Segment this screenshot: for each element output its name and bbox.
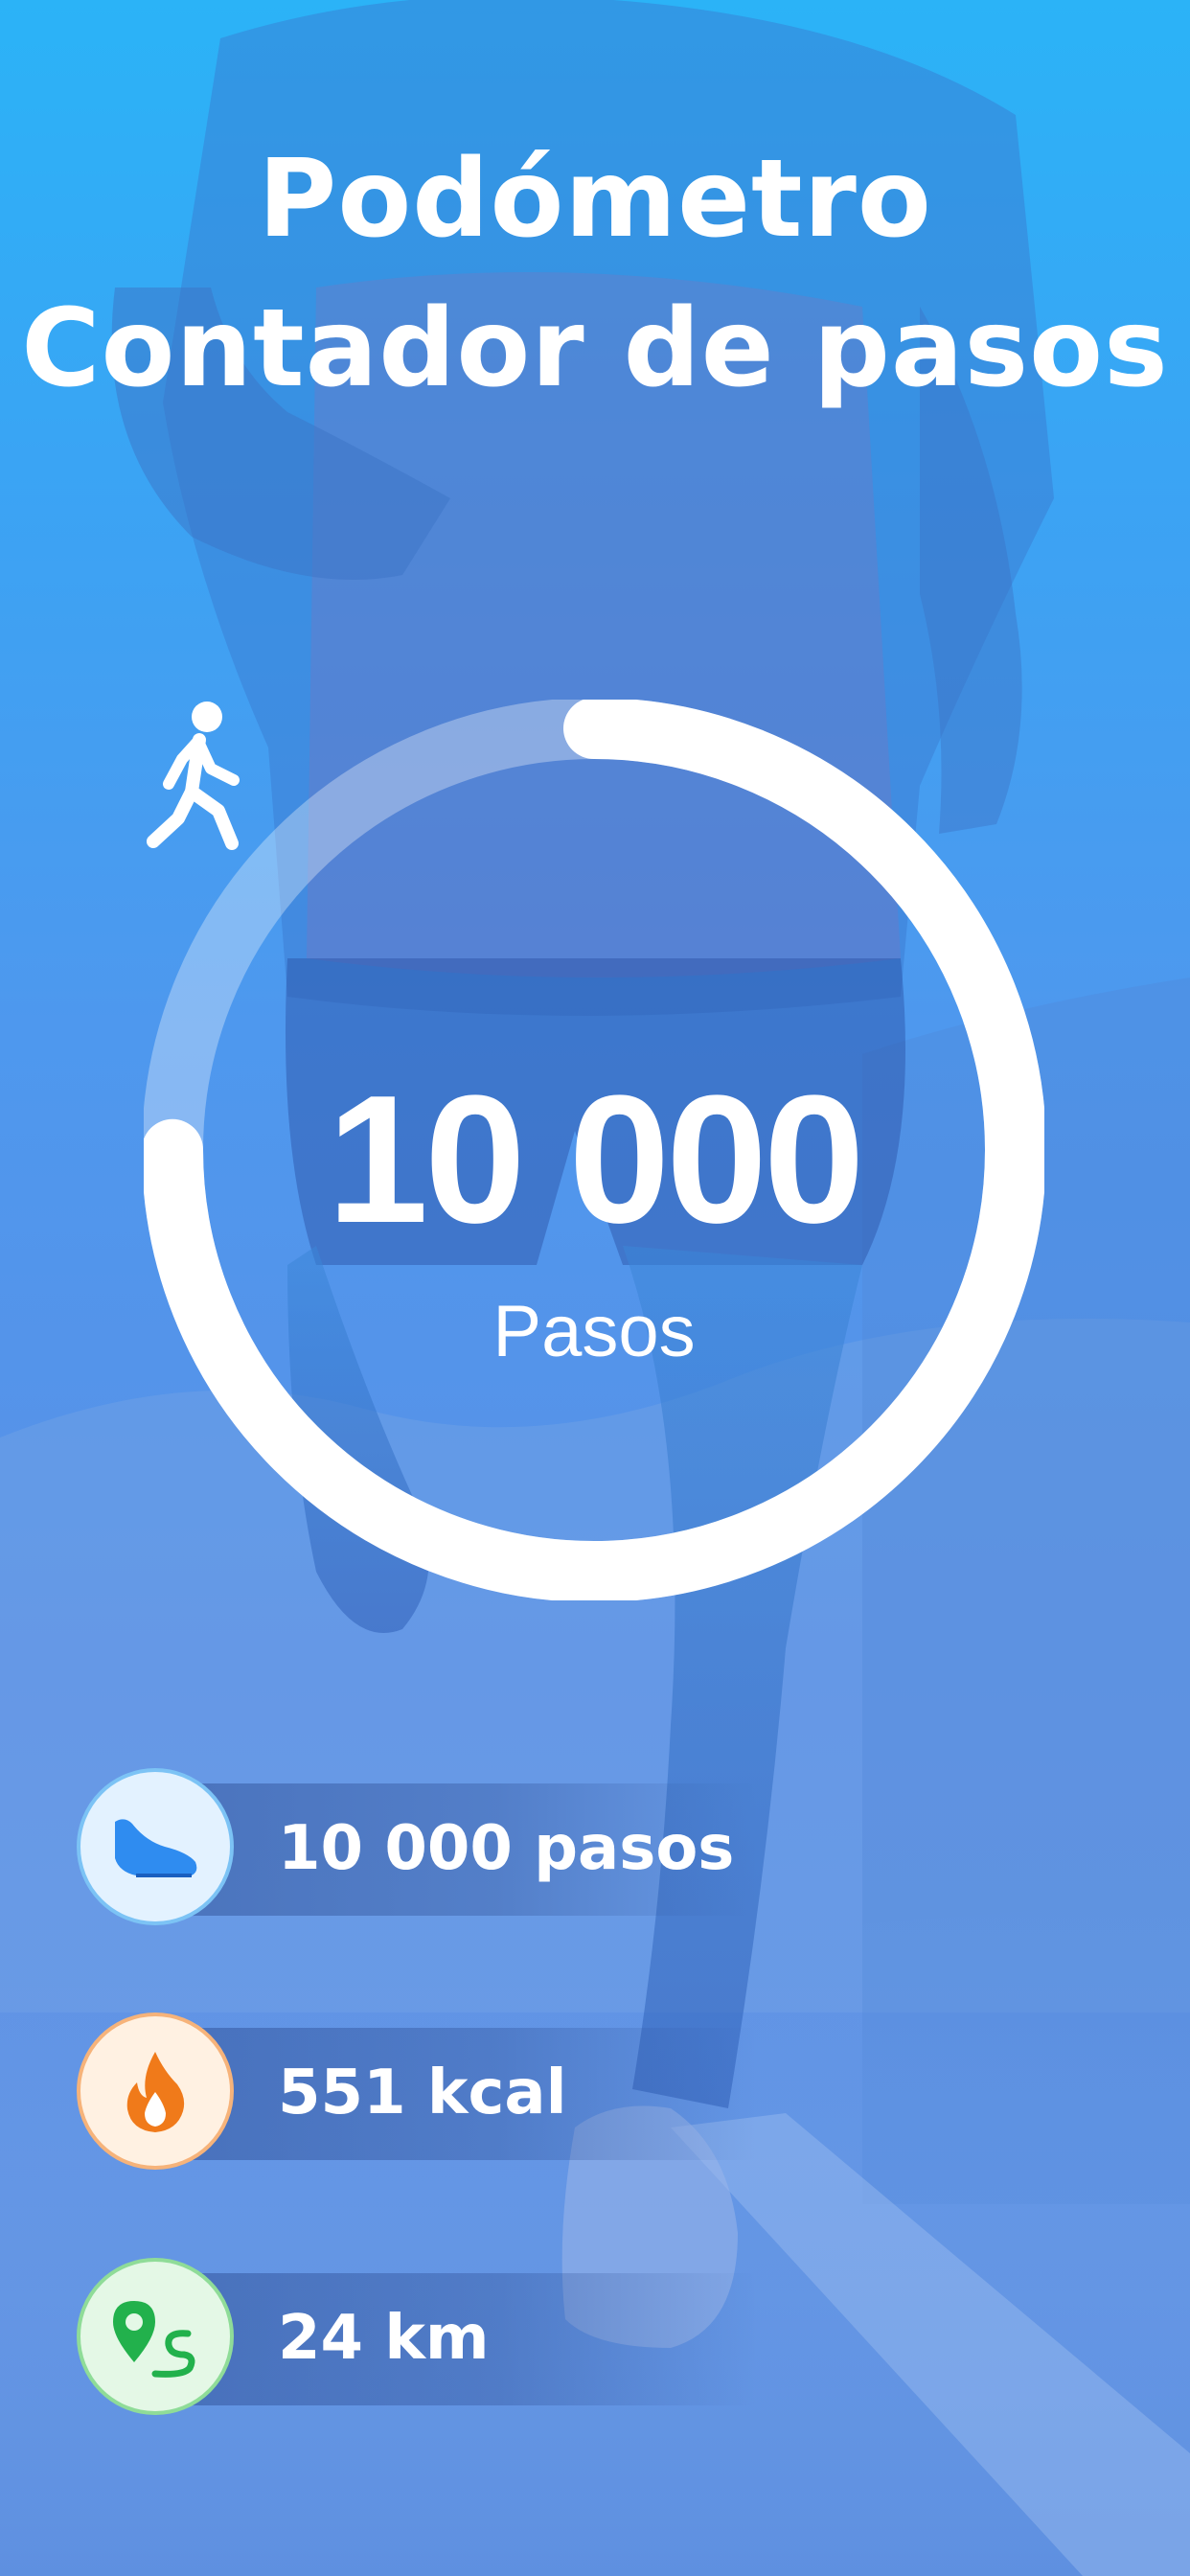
steps-progress-ring: 10 000 Pasos (144, 700, 1044, 1600)
stat-text-distance: 24 km (278, 2303, 490, 2374)
route-pin-icon (113, 2301, 195, 2378)
walking-person-icon (147, 702, 240, 850)
hero-title: Podómetro Contador de pasos (0, 125, 1190, 424)
stat-text-steps: 10 000 pasos (278, 1813, 735, 1884)
stat-badge-steps (77, 1768, 234, 1925)
sneaker-icon (115, 1819, 197, 1877)
stat-text-calories: 551 kcal (278, 2058, 567, 2128)
stat-row-steps: 10 000 pasos (77, 1768, 805, 1931)
stat-badge-calories (77, 2012, 234, 2170)
stat-row-calories: 551 kcal (77, 2012, 805, 2175)
title-line-2: Contador de pasos (21, 287, 1169, 411)
app-screen: Podómetro Contador de pasos 10 000 Pasos… (0, 0, 1190, 2576)
step-count-label: Pasos (492, 1291, 696, 1372)
stat-row-distance: 24 km (77, 2258, 805, 2421)
stat-badge-distance (77, 2258, 234, 2415)
flame-icon (126, 2052, 185, 2132)
step-count-value: 10 000 (327, 1058, 864, 1261)
title-line-1: Podómetro (258, 137, 932, 262)
